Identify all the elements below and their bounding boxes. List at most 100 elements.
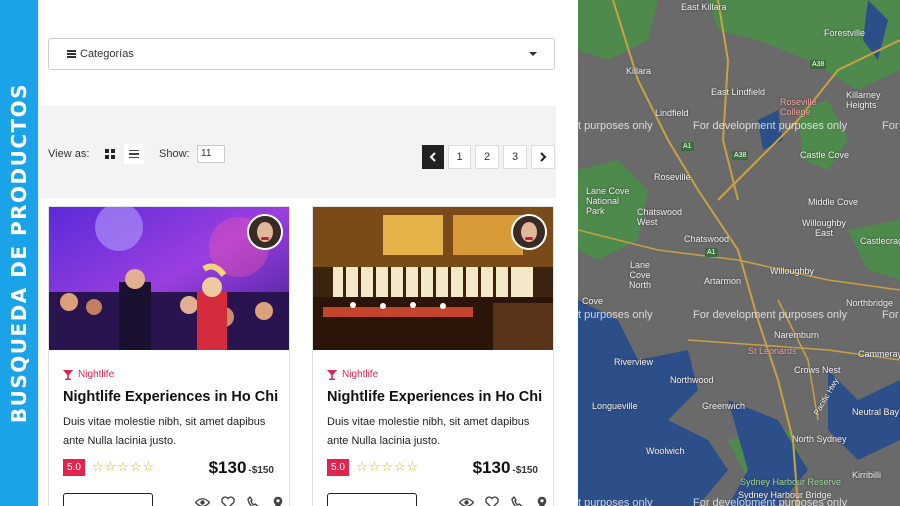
- dev-watermark: t purposes only: [578, 309, 653, 321]
- map-label: Lane Cove North: [628, 260, 651, 290]
- page-2-button[interactable]: 2: [475, 145, 499, 169]
- side-banner-text: BUSQUEDA DE PRODUCTOS: [7, 82, 31, 424]
- category-tag[interactable]: Nightlife: [63, 369, 114, 380]
- eye-icon[interactable]: [459, 495, 474, 506]
- map-label: Cove: [582, 296, 604, 306]
- map-label: East Killara: [681, 2, 727, 12]
- heart-icon[interactable]: [220, 495, 235, 506]
- star-rating: ☆☆☆☆☆: [92, 459, 156, 474]
- map-label: Cammeray: [858, 349, 900, 359]
- product-title[interactable]: Nightlife Experiences in Ho Chi: [327, 389, 542, 405]
- road-shield: A38: [810, 60, 827, 69]
- product-image[interactable]: [313, 207, 553, 350]
- product-description: Duis vitae molestie nibh, sit amet dapib…: [63, 416, 266, 447]
- price-range: -$150: [248, 465, 274, 476]
- show-label: Show:: [159, 148, 190, 160]
- map-label: Roseville College: [780, 97, 817, 117]
- page-3-button[interactable]: 3: [503, 145, 527, 169]
- view-details-button[interactable]: [327, 493, 417, 506]
- dev-watermark: t purposes only: [578, 497, 653, 506]
- categories-label: Categorías: [80, 48, 134, 60]
- road-shield: A1: [705, 248, 718, 257]
- rating-badge: 5.0: [327, 459, 349, 476]
- view-as-label: View as:: [48, 148, 90, 160]
- price: $130 -$150: [209, 458, 274, 478]
- host-avatar[interactable]: [247, 214, 283, 250]
- product-card[interactable]: Nightlife Nightlife Experiences in Ho Ch…: [312, 206, 554, 506]
- map-label: Roseville: [654, 172, 691, 182]
- category-tag[interactable]: Nightlife: [327, 369, 378, 380]
- product-title[interactable]: Nightlife Experiences in Ho Chi: [63, 389, 278, 405]
- map-label: Greenwich: [702, 401, 746, 411]
- menu-lines-icon: [67, 49, 76, 59]
- card-actions: [195, 495, 285, 506]
- product-image[interactable]: [49, 207, 289, 350]
- map-label: Killara: [626, 66, 652, 76]
- host-avatar[interactable]: [511, 214, 547, 250]
- map-label: Northbridge: [846, 298, 894, 308]
- cocktail-icon: [327, 369, 337, 380]
- listing-panel: Categorías View as: Show: 11 1 2 3 Night…: [38, 0, 578, 506]
- star-rating: ☆☆☆☆☆: [356, 459, 420, 474]
- dev-watermark: For: [882, 309, 899, 321]
- side-banner: BUSQUEDA DE PRODUCTOS: [0, 0, 38, 506]
- categories-dropdown[interactable]: Categorías: [48, 38, 555, 70]
- heart-icon[interactable]: [484, 495, 499, 506]
- list-view-button[interactable]: [124, 144, 144, 164]
- product-card[interactable]: Nightlife Nightlife Experiences in Ho Ch…: [48, 206, 290, 506]
- map-label: Naremburn: [774, 330, 820, 340]
- price-range: -$150: [512, 465, 538, 476]
- map-label: Lane Cove National Park: [586, 186, 630, 216]
- dev-watermark: For development purposes only: [693, 497, 848, 506]
- price: $130 -$150: [473, 458, 538, 478]
- eye-icon[interactable]: [195, 495, 210, 506]
- chevron-left-icon: [429, 152, 436, 162]
- grid-view-button[interactable]: [100, 144, 120, 164]
- grid-icon: [105, 149, 115, 159]
- map-label: Willoughby: [770, 266, 815, 276]
- map-pin-icon[interactable]: [534, 495, 549, 506]
- next-page-button[interactable]: [531, 145, 555, 169]
- dev-watermark: For: [882, 120, 899, 132]
- map-label: Middle Cove: [808, 197, 859, 207]
- phone-icon[interactable]: [509, 495, 524, 506]
- map-label: Kirribilli: [852, 470, 881, 480]
- map-label: Neutral Bay: [852, 407, 900, 417]
- price-value: $130: [208, 458, 247, 477]
- map-label: Woolwich: [646, 446, 685, 456]
- road-shield: A38: [732, 151, 749, 160]
- show-count-input[interactable]: 11: [197, 145, 225, 163]
- price-value: $130: [472, 458, 511, 477]
- view-details-button[interactable]: [63, 493, 153, 506]
- map-label: Willoughby East: [801, 218, 847, 238]
- dev-watermark: For development purposes only: [693, 309, 848, 321]
- category-label: Nightlife: [342, 369, 379, 380]
- dev-watermark: t purposes only: [578, 120, 653, 132]
- category-label: Nightlife: [78, 369, 115, 380]
- map-view[interactable]: East Killara Forestville Killara East Li…: [578, 0, 900, 506]
- map-label: Longueville: [592, 401, 638, 411]
- map-label: Killarney Heights: [846, 90, 881, 110]
- cocktail-icon: [63, 369, 73, 380]
- page-1-button[interactable]: 1: [448, 145, 471, 169]
- caret-down-icon: [529, 52, 537, 56]
- map-label: Lindfield: [655, 108, 689, 118]
- map-pin-icon[interactable]: [270, 495, 285, 506]
- map-label: Riverview: [614, 357, 654, 367]
- previous-page-button[interactable]: [422, 145, 444, 169]
- dev-watermark: For development purposes only: [693, 120, 848, 132]
- chevron-right-icon: [540, 152, 547, 162]
- map-label: East Lindfield: [711, 87, 766, 97]
- map-label: Castle Cove: [800, 150, 850, 160]
- map-label: Chatswood: [684, 234, 730, 244]
- phone-icon[interactable]: [245, 495, 260, 506]
- map-label: North Sydney: [792, 434, 847, 444]
- map-label: Chatswood West: [637, 207, 683, 227]
- map-label: Sydney Harbour Reserve: [740, 477, 842, 487]
- road-shield: A1: [681, 142, 694, 151]
- rating-badge: 5.0: [63, 459, 85, 476]
- card-actions: [459, 495, 549, 506]
- map-label: Forestville: [824, 28, 866, 38]
- map-label: St Leonards: [748, 346, 797, 356]
- product-description: Duis vitae molestie nibh, sit amet dapib…: [327, 416, 530, 447]
